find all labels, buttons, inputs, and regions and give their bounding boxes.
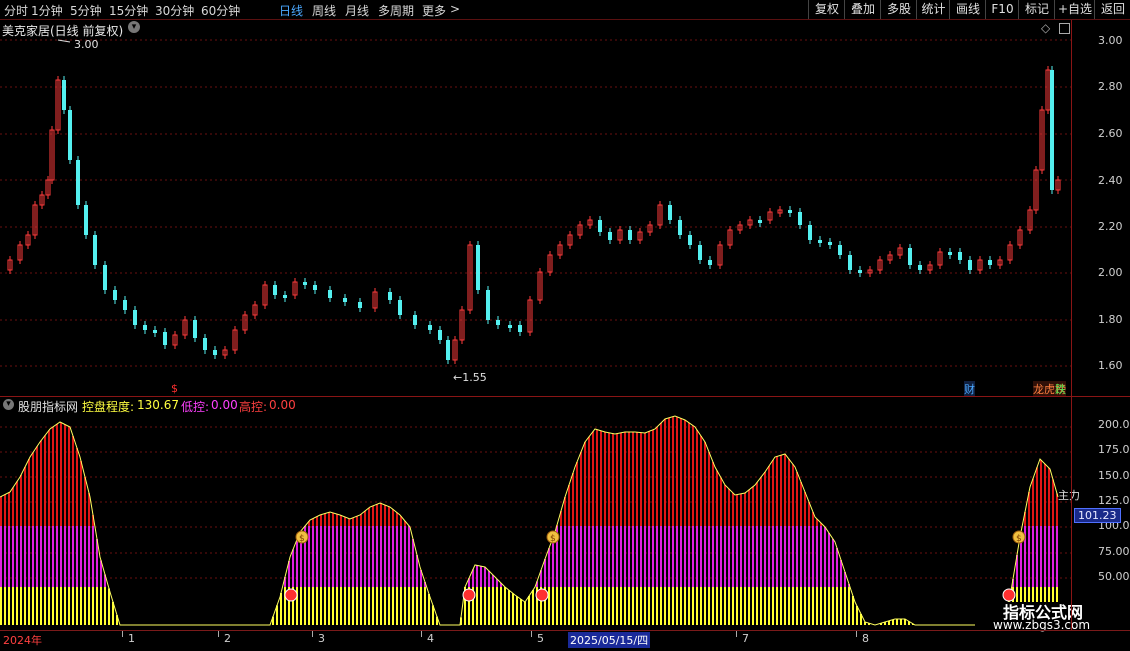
price-panel[interactable]: 美克家居(日线 前复权) ▾ ◇ 3.00 ←1.55 $ 财 龙虎榜 跌 3.… xyxy=(0,20,1130,397)
money-bag-icon: $ xyxy=(1012,530,1026,544)
top-toolbar: 分时 1分钟 5分钟 15分钟 30分钟 60分钟 日线 周线 月线 多周期 更… xyxy=(0,0,1130,20)
time-label: 2 xyxy=(224,632,231,645)
stock-title: 美克家居(日线 前复权) xyxy=(2,24,124,38)
high-control-value: 0.00 xyxy=(269,398,296,412)
y-tick: 2.00 xyxy=(1098,266,1123,279)
y-tick: 2.80 xyxy=(1098,80,1123,93)
high-control-label: 高控: xyxy=(239,400,268,414)
f10-button[interactable]: F10 xyxy=(985,0,1019,19)
time-label: 1 xyxy=(128,632,135,645)
svg-text:$: $ xyxy=(1016,534,1022,544)
ball-icon xyxy=(284,588,298,602)
time-tick xyxy=(531,631,532,637)
watermark: 指标公式网 www.zbgs3.com xyxy=(975,602,1130,632)
time-tick xyxy=(122,631,123,637)
period-5min[interactable]: 5分钟 xyxy=(70,2,102,19)
y-tick: 2.20 xyxy=(1098,220,1123,233)
time-label: 2024年 xyxy=(3,634,42,647)
add-watchlist-button[interactable]: +自选 xyxy=(1054,0,1095,19)
fall-badge[interactable]: 跌 xyxy=(1055,381,1066,397)
control-degree-label: 控盘程度: xyxy=(82,400,135,414)
main-force-label: 主力 xyxy=(1058,489,1080,502)
time-tick xyxy=(312,631,313,637)
dollar-marker: $ xyxy=(171,382,178,395)
time-label: 5 xyxy=(537,632,544,645)
period-more[interactable]: 更多 xyxy=(422,2,446,19)
y-tick: 2.40 xyxy=(1098,174,1123,187)
ball-icon xyxy=(462,588,476,602)
y-tick: 1.60 xyxy=(1098,359,1123,372)
control-degree-value: 130.67 xyxy=(137,398,179,412)
time-label: 8 xyxy=(862,632,869,645)
fuquan-button[interactable]: 复权 xyxy=(808,0,845,19)
period-multi[interactable]: 多周期 xyxy=(378,2,414,19)
time-tick xyxy=(736,631,737,637)
financial-badge[interactable]: 财 xyxy=(964,381,975,397)
period-60min[interactable]: 60分钟 xyxy=(201,2,240,19)
period-monthly[interactable]: 月线 xyxy=(345,2,369,19)
time-label: 3 xyxy=(318,632,325,645)
crosshair-date: 2025/05/15/四 xyxy=(568,632,651,648)
y-tick: 125.0 xyxy=(1098,494,1130,507)
period-1min[interactable]: 1分钟 xyxy=(31,2,63,19)
chevron-down-icon[interactable]: ▾ xyxy=(128,21,140,33)
overlay-button[interactable]: 叠加 xyxy=(844,0,881,19)
period-weekly[interactable]: 周线 xyxy=(312,2,336,19)
y-tick: 3.00 xyxy=(1098,34,1123,47)
back-button[interactable]: 返回 xyxy=(1094,0,1130,19)
time-label: 4 xyxy=(427,632,434,645)
high-price-marker: 3.00 xyxy=(74,38,99,51)
current-value-badge: 101.23 xyxy=(1074,508,1121,523)
y-tick: 200.0 xyxy=(1098,418,1130,431)
multi-stock-button[interactable]: 多股 xyxy=(880,0,917,19)
y-tick: 150.0 xyxy=(1098,469,1130,482)
ball-icon xyxy=(535,588,549,602)
mark-button[interactable]: 标记 xyxy=(1018,0,1055,19)
indicator-chart[interactable]: $ $ $ xyxy=(0,397,1130,630)
chevron-down-icon[interactable]: ▾ xyxy=(3,399,14,410)
period-15min[interactable]: 15分钟 xyxy=(109,2,148,19)
time-tick xyxy=(218,631,219,637)
time-tick xyxy=(421,631,422,637)
indicator-panel[interactable]: $ $ $ ▾ 股朋指标网 控盘程度: 130.67 低控: 0.00 高控: 0.… xyxy=(0,397,1130,632)
diamond-icon[interactable]: ◇ xyxy=(1041,21,1050,35)
svg-text:$: $ xyxy=(299,534,305,544)
period-fenshi[interactable]: 分时 xyxy=(4,2,28,19)
window-icon[interactable] xyxy=(1059,23,1070,34)
stats-button[interactable]: 统计 xyxy=(916,0,950,19)
period-daily[interactable]: 日线 xyxy=(279,2,303,19)
y-tick: 50.00 xyxy=(1098,570,1130,583)
y-tick: 2.60 xyxy=(1098,127,1123,140)
indicator-name: 股朋指标网 xyxy=(18,400,79,414)
period-30min[interactable]: 30分钟 xyxy=(155,2,194,19)
time-tick xyxy=(856,631,857,637)
chevron-right-icon: > xyxy=(450,2,461,16)
y-tick: 175.0 xyxy=(1098,443,1130,456)
time-label: 7 xyxy=(742,632,749,645)
y-tick: 1.80 xyxy=(1098,313,1123,326)
time-axis[interactable]: 2024年 1 2 3 4 5 2025/05/15/四 7 8 xyxy=(0,630,1130,651)
low-price-marker: ←1.55 xyxy=(453,371,487,384)
candlestick-chart[interactable] xyxy=(0,20,1130,396)
low-control-label: 低控: xyxy=(181,400,210,414)
svg-text:$: $ xyxy=(550,534,556,544)
axis-divider xyxy=(1071,20,1072,630)
draw-line-button[interactable]: 画线 xyxy=(949,0,986,19)
low-control-value: 0.00 xyxy=(211,398,238,412)
y-tick: 75.00 xyxy=(1098,545,1130,558)
